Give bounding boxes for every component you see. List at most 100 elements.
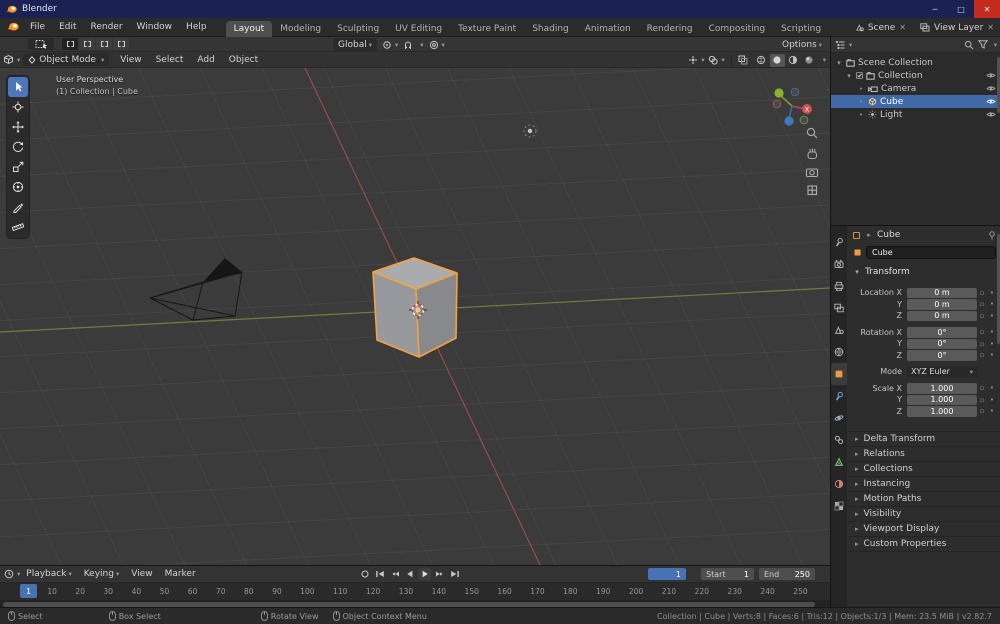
- menu-item[interactable]: Help: [179, 18, 214, 36]
- animate-dot-icon[interactable]: •: [987, 351, 997, 359]
- snap-dropdown[interactable]: ▾: [420, 41, 423, 49]
- scrollbar-handle[interactable]: [3, 601, 815, 607]
- properties-tab-texture[interactable]: [831, 495, 847, 517]
- playhead[interactable]: 1: [20, 584, 37, 598]
- overlays-dropdown[interactable]: ▾: [708, 55, 725, 65]
- proportional-editing-dropdown[interactable]: ▾: [429, 40, 445, 50]
- jump-to-start-button[interactable]: [373, 568, 386, 580]
- animate-dot-icon[interactable]: •: [987, 384, 997, 392]
- value-field[interactable]: 0 m: [907, 299, 977, 310]
- tool-transform[interactable]: [8, 177, 28, 197]
- property-section-header[interactable]: ▸ Visibility: [847, 506, 1000, 521]
- scene-selector[interactable]: Scene ✕: [855, 23, 906, 33]
- pin-icon[interactable]: [988, 230, 996, 240]
- lock-icon[interactable]: ▫: [977, 328, 987, 336]
- properties-tab-material[interactable]: [831, 473, 847, 495]
- lock-icon[interactable]: ▫: [977, 340, 987, 348]
- menu-item[interactable]: File: [23, 18, 52, 36]
- checkbox-icon[interactable]: [856, 72, 863, 79]
- shading-wireframe-button[interactable]: [754, 54, 769, 67]
- frame-end-field[interactable]: End 250: [759, 568, 815, 580]
- value-field[interactable]: 0 m: [907, 310, 977, 321]
- timeline-ruler[interactable]: 1 11020304050607080901001101201301401501…: [0, 583, 830, 600]
- animate-dot-icon[interactable]: •: [987, 300, 997, 308]
- object-name-field[interactable]: Cube: [866, 245, 996, 259]
- outliner-row-camera[interactable]: • Camera: [831, 82, 1000, 95]
- workspace-tab[interactable]: Compositing: [701, 21, 773, 37]
- view-layer-selector[interactable]: View Layer ✕: [920, 23, 994, 33]
- select-mode-new-button[interactable]: [62, 38, 78, 50]
- property-section-header[interactable]: ▸ Instancing: [847, 476, 1000, 491]
- animate-dot-icon[interactable]: •: [987, 340, 997, 348]
- tool-cursor[interactable]: [8, 97, 28, 117]
- filter-funnel-icon[interactable]: [977, 40, 988, 49]
- visibility-eye-icon[interactable]: [986, 111, 996, 118]
- tool-move[interactable]: [8, 117, 28, 137]
- tool-measure[interactable]: [8, 217, 28, 237]
- properties-tab-object[interactable]: [831, 363, 847, 385]
- menu-item[interactable]: Window: [130, 18, 180, 36]
- properties-tab-scene[interactable]: [831, 319, 847, 341]
- nav-gizmo[interactable]: X: [772, 87, 812, 126]
- visibility-eye-icon[interactable]: [986, 85, 996, 92]
- gizmo-y-axis[interactable]: [774, 88, 784, 98]
- property-section-header[interactable]: ▸ Delta Transform: [847, 431, 1000, 446]
- tool-select-box[interactable]: [8, 77, 28, 97]
- transform-panel-header[interactable]: ▾ Transform: [847, 264, 1000, 280]
- visibility-eye-icon[interactable]: [986, 98, 996, 105]
- outliner-row-scene-collection[interactable]: ▾ Scene Collection: [831, 56, 1000, 69]
- pan-hand-button[interactable]: [807, 148, 818, 160]
- viewport-menu-item[interactable]: Select: [149, 51, 191, 69]
- auto-keyframe-toggle[interactable]: [358, 568, 371, 580]
- shading-solid-button[interactable]: [769, 53, 785, 67]
- value-field[interactable]: 0°: [907, 350, 977, 361]
- gizmo-y-neg[interactable]: [799, 115, 809, 125]
- property-section-header[interactable]: ▸ Relations: [847, 446, 1000, 461]
- menu-item[interactable]: Render: [84, 18, 130, 36]
- titlebar[interactable]: Blender ─ □ ✕: [0, 0, 1000, 18]
- gizmo-x-neg[interactable]: [772, 99, 782, 109]
- workspace-tab[interactable]: Scripting: [773, 21, 829, 37]
- value-field[interactable]: XYZ Euler: [907, 366, 977, 377]
- properties-tab-constraints[interactable]: [831, 429, 847, 451]
- properties-tab-output[interactable]: [831, 275, 847, 297]
- animate-dot-icon[interactable]: •: [987, 289, 997, 297]
- outliner-row-light[interactable]: • Light: [831, 108, 1000, 121]
- outliner-editor-button[interactable]: ▾: [835, 40, 852, 50]
- viewport-menu-item[interactable]: Object: [222, 51, 265, 69]
- lock-icon[interactable]: ▫: [977, 407, 987, 415]
- camera-view-button[interactable]: [805, 168, 819, 178]
- animate-dot-icon[interactable]: •: [987, 396, 997, 404]
- viewport-menu-item[interactable]: View: [113, 51, 148, 69]
- value-field[interactable]: 1.000: [907, 394, 977, 405]
- viewport-menu-item[interactable]: Add: [190, 51, 221, 69]
- workspace-tab[interactable]: UV Editing: [387, 21, 450, 37]
- value-field[interactable]: 0°: [907, 327, 977, 338]
- search-icon[interactable]: [964, 40, 974, 50]
- scene-unlink-icon[interactable]: ✕: [899, 23, 906, 32]
- jump-to-end-button[interactable]: [448, 568, 461, 580]
- snap-toggle[interactable]: [403, 40, 413, 50]
- disclosure-icon[interactable]: ▾: [835, 59, 843, 67]
- timeline-menu-playback[interactable]: Playback ▾: [20, 565, 77, 583]
- properties-tab-world[interactable]: [831, 341, 847, 363]
- current-frame-field[interactable]: 1: [648, 568, 686, 580]
- frame-start-field[interactable]: Start 1: [701, 568, 754, 580]
- editor-type-button[interactable]: ▾: [3, 54, 20, 65]
- options-dropdown[interactable]: Options ▾: [782, 38, 822, 51]
- select-mode-intersect-button[interactable]: [113, 38, 129, 50]
- blender-menu-icon[interactable]: [7, 22, 19, 32]
- zoom-button[interactable]: [806, 127, 818, 139]
- lock-icon[interactable]: ▫: [977, 351, 987, 359]
- prev-keyframe-button[interactable]: [388, 568, 401, 580]
- lock-icon[interactable]: ▫: [977, 396, 987, 404]
- visibility-eye-icon[interactable]: [986, 72, 996, 79]
- timeline-menu-keying[interactable]: Keying ▾: [78, 565, 126, 583]
- mode-dropdown[interactable]: Object Mode ▾: [23, 53, 110, 66]
- workspace-tab[interactable]: Texture Paint: [450, 21, 524, 37]
- close-button[interactable]: ✕: [974, 0, 1000, 18]
- cube-object[interactable]: [372, 257, 458, 358]
- properties-tab-object-data[interactable]: [831, 451, 847, 473]
- workspace-tab[interactable]: Shading: [524, 21, 577, 37]
- play-reverse-button[interactable]: [403, 568, 416, 580]
